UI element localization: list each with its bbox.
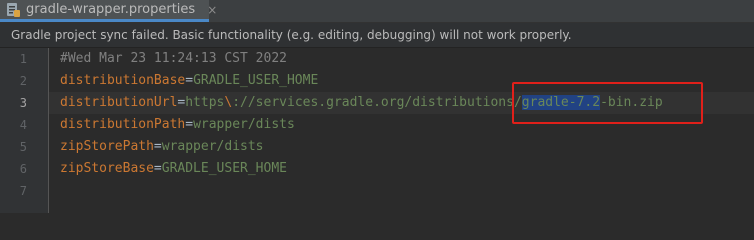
line-number: 1 [19,52,27,66]
code-line[interactable]: 4 distributionPath=wrapper/dists [20,114,754,136]
banner-message: Gradle project sync failed. Basic functi… [11,28,572,42]
equals-sign: = [185,117,194,132]
code-line[interactable]: 2 distributionBase=GRADLE_USER_HOME [20,70,754,92]
code-line[interactable]: 6 zipStoreBase=GRADLE_USER_HOME [20,158,754,180]
property-key: zipStorePath [60,139,154,154]
sync-failed-banner: Gradle project sync failed. Basic functi… [0,23,754,48]
property-value: wrapper/dists [193,117,295,132]
line-number: 7 [19,184,27,198]
property-value-suffix: -bin.zip [600,95,663,110]
line-number: 3 [19,96,27,110]
property-key: distributionBase [60,73,186,88]
line-number: 4 [19,118,27,132]
property-value: GRADLE_USER_HOME [161,161,287,176]
code-line[interactable]: 7 [20,180,754,202]
tab-label: gradle-wrapper.properties [26,2,196,17]
editor-tab-bar: gradle-wrapper.properties × [0,0,754,23]
line-number: 2 [19,74,27,88]
code-editor[interactable]: 1 #Wed Mar 23 11:24:13 CST 2022 2 distri… [20,48,754,213]
close-icon[interactable]: × [207,4,217,16]
property-key: distributionUrl [60,95,178,110]
property-value-url: ://services.gradle.org/distributions/ [232,95,522,110]
code-line[interactable]: 1 #Wed Mar 23 11:24:13 CST 2022 [20,48,754,70]
code-line-current[interactable]: 3 distributionUrl=https\://services.grad… [20,92,754,114]
equals-sign: = [153,139,162,154]
equals-sign: = [185,73,194,88]
line-number: 6 [19,162,27,176]
property-value: GRADLE_USER_HOME [193,73,319,88]
comment-text: #Wed Mar 23 11:24:13 CST 2022 [60,51,287,66]
property-value-scheme: https [185,95,225,110]
code-line[interactable]: 5 zipStorePath=wrapper/dists [20,136,754,158]
line-number: 5 [19,140,27,154]
selected-text: gradle-7.2 [521,95,601,110]
tab-gradle-wrapper-properties[interactable]: gradle-wrapper.properties × [0,0,217,22]
properties-file-icon [6,2,20,17]
property-key: zipStoreBase [60,161,154,176]
property-value: wrapper/dists [161,139,264,154]
property-key: distributionPath [60,117,186,132]
equals-sign: = [153,161,162,176]
